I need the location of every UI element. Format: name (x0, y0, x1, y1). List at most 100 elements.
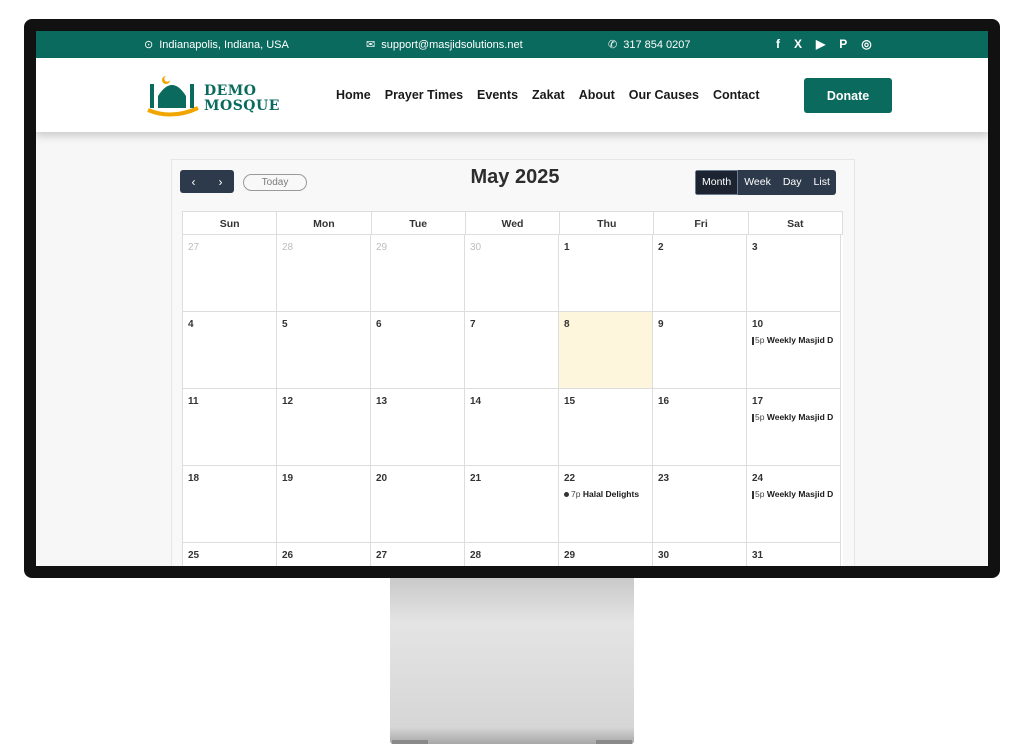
nav-about[interactable]: About (579, 88, 615, 102)
day-number[interactable]: 2 (658, 242, 741, 253)
day-number[interactable]: 24 (752, 473, 835, 484)
day-cell[interactable]: 11 (183, 389, 277, 466)
x-twitter-icon[interactable]: X (794, 37, 802, 51)
view-week-button[interactable]: Week (738, 170, 777, 195)
instagram-icon[interactable]: ◎ (861, 37, 871, 51)
day-cell[interactable]: 6 (371, 312, 465, 389)
day-cell[interactable]: 28 (277, 235, 371, 312)
day-cell[interactable]: 29 (371, 235, 465, 312)
day-cell[interactable]: 17 5p Weekly Masjid D (747, 389, 841, 466)
day-number[interactable]: 5 (282, 319, 365, 330)
day-number[interactable]: 27 (376, 550, 459, 561)
day-number[interactable]: 29 (564, 550, 647, 561)
view-month-button[interactable]: Month (695, 170, 739, 195)
calendar-event[interactable]: 5p Weekly Masjid D (752, 412, 835, 422)
facebook-icon[interactable]: f (776, 37, 780, 51)
nav-zakat[interactable]: Zakat (532, 88, 565, 102)
day-cell[interactable]: 30 (653, 543, 747, 566)
day-number[interactable]: 14 (470, 396, 553, 407)
donate-button[interactable]: Donate (804, 78, 892, 113)
day-cell[interactable]: 1 (559, 235, 653, 312)
day-cell[interactable]: 22 7p Halal Delights (559, 466, 653, 543)
day-cell[interactable]: 25 (183, 543, 277, 566)
day-number[interactable]: 18 (188, 473, 271, 484)
email-text[interactable]: support@masjidsolutions.net (381, 39, 522, 51)
day-number[interactable]: 30 (470, 242, 553, 253)
day-cell[interactable]: 19 (277, 466, 371, 543)
day-number[interactable]: 29 (376, 242, 459, 253)
phone-text[interactable]: 317 854 0207 (623, 39, 690, 51)
youtube-icon[interactable]: ▶ (816, 37, 825, 51)
today-button[interactable]: Today (243, 174, 307, 191)
nav-our-causes[interactable]: Our Causes (629, 88, 699, 102)
nav-home[interactable]: Home (336, 88, 371, 102)
day-cell[interactable]: 24 5p Weekly Masjid D (747, 466, 841, 543)
day-cell[interactable]: 14 (465, 389, 559, 466)
day-number[interactable]: 4 (188, 319, 271, 330)
day-cell[interactable]: 26 (277, 543, 371, 566)
day-cell[interactable]: 18 (183, 466, 277, 543)
day-number[interactable]: 12 (282, 396, 365, 407)
day-number[interactable]: 17 (752, 396, 835, 407)
prev-month-button[interactable]: ‹ (180, 170, 207, 193)
day-number[interactable]: 11 (188, 396, 271, 407)
next-month-button[interactable]: › (207, 170, 234, 193)
day-number[interactable]: 30 (658, 550, 741, 561)
day-number[interactable]: 3 (752, 242, 835, 253)
site-logo[interactable]: DEMO MOSQUE (144, 70, 284, 120)
phone-info[interactable]: ✆ 317 854 0207 (608, 38, 691, 52)
calendar-event[interactable]: 5p Weekly Masjid D (752, 335, 835, 345)
day-number[interactable]: 1 (564, 242, 647, 253)
nav-contact[interactable]: Contact (713, 88, 760, 102)
day-cell-today[interactable]: 8 (559, 312, 653, 389)
nav-events[interactable]: Events (477, 88, 518, 102)
day-cell[interactable]: 27 (183, 235, 277, 312)
day-cell[interactable]: 10 5p Weekly Masjid D (747, 312, 841, 389)
calendar-event[interactable]: 7p Halal Delights (564, 489, 647, 499)
day-number[interactable]: 10 (752, 319, 835, 330)
day-number[interactable]: 15 (564, 396, 647, 407)
day-number[interactable]: 21 (470, 473, 553, 484)
day-number[interactable]: 31 (752, 550, 835, 561)
day-number[interactable]: 27 (188, 242, 271, 253)
day-number[interactable]: 28 (282, 242, 365, 253)
day-cell[interactable]: 28 (465, 543, 559, 566)
day-cell[interactable]: 12 (277, 389, 371, 466)
pinterest-icon[interactable]: P (839, 37, 847, 51)
day-cell[interactable]: 4 (183, 312, 277, 389)
day-cell[interactable]: 16 (653, 389, 747, 466)
day-cell[interactable]: 30 (465, 235, 559, 312)
day-cell[interactable]: 29 (559, 543, 653, 566)
day-number[interactable]: 13 (376, 396, 459, 407)
view-day-button[interactable]: Day (777, 170, 808, 195)
day-cell[interactable]: 20 (371, 466, 465, 543)
day-number[interactable]: 16 (658, 396, 741, 407)
day-cell[interactable]: 3 (747, 235, 841, 312)
view-list-button[interactable]: List (808, 170, 836, 195)
day-number[interactable]: 22 (564, 473, 647, 484)
day-number[interactable]: 8 (564, 319, 647, 330)
day-cell[interactable]: 13 (371, 389, 465, 466)
day-number[interactable]: 6 (376, 319, 459, 330)
day-number[interactable]: 23 (658, 473, 741, 484)
nav-prayer-times[interactable]: Prayer Times (385, 88, 463, 102)
day-cell[interactable]: 9 (653, 312, 747, 389)
day-cell[interactable]: 2 (653, 235, 747, 312)
day-cell[interactable]: 15 (559, 389, 653, 466)
day-cell[interactable]: 21 (465, 466, 559, 543)
day-cell[interactable]: 27 (371, 543, 465, 566)
day-cell[interactable]: 23 (653, 466, 747, 543)
day-cell[interactable]: 5 (277, 312, 371, 389)
day-number[interactable]: 26 (282, 550, 365, 561)
day-cell[interactable]: 31 (747, 543, 841, 566)
email-info[interactable]: ✉ support@masjidsolutions.net (366, 38, 523, 52)
calendar-event[interactable]: 5p Weekly Masjid D (752, 489, 835, 499)
day-number[interactable]: 7 (470, 319, 553, 330)
day-number[interactable]: 9 (658, 319, 741, 330)
day-number[interactable]: 25 (188, 550, 271, 561)
day-number[interactable]: 28 (470, 550, 553, 561)
day-number[interactable]: 19 (282, 473, 365, 484)
day-cell[interactable]: 7 (465, 312, 559, 389)
day-number[interactable]: 20 (376, 473, 459, 484)
main-nav: Home Prayer Times Events Zakat About Our… (336, 88, 760, 102)
